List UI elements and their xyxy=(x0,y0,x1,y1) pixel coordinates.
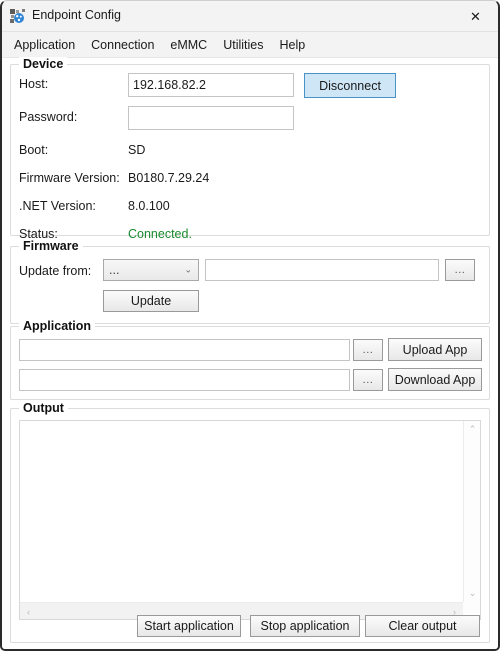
window-title: Endpoint Config xyxy=(32,8,121,22)
download-path-input[interactable] xyxy=(19,369,350,391)
password-label: Password: xyxy=(19,110,78,124)
menu-bar: Application Connection eMMC Utilities He… xyxy=(2,33,498,58)
menu-item-help[interactable]: Help xyxy=(273,35,313,55)
menu-item-application[interactable]: Application xyxy=(7,35,82,55)
menu-item-utilities[interactable]: Utilities xyxy=(216,35,270,55)
firmware-version-label: Firmware Version: xyxy=(19,171,120,185)
firmware-source-selected-value: ... xyxy=(109,263,120,277)
scroll-left-icon[interactable]: ‹ xyxy=(20,603,37,620)
application-group-label: Application xyxy=(19,319,96,333)
firmware-update-button[interactable]: Update xyxy=(103,290,199,312)
host-input[interactable] xyxy=(128,73,294,97)
device-group-label: Device xyxy=(19,57,68,71)
close-icon[interactable]: ✕ xyxy=(453,1,498,32)
menu-item-connection[interactable]: Connection xyxy=(84,35,161,55)
firmware-group-label: Firmware xyxy=(19,239,83,253)
start-application-button[interactable]: Start application xyxy=(137,615,241,637)
host-label: Host: xyxy=(19,77,49,91)
menu-item-emmc[interactable]: eMMC xyxy=(163,35,214,55)
firmware-browse-button[interactable]: ... xyxy=(445,259,475,281)
upload-path-input[interactable] xyxy=(19,339,350,361)
firmware-version-value: B0180.7.29.24 xyxy=(128,171,210,185)
stop-application-button[interactable]: Stop application xyxy=(250,615,360,637)
clear-output-button[interactable]: Clear output xyxy=(365,615,480,637)
net-version-label: .NET Version: xyxy=(19,199,96,213)
scroll-up-icon[interactable]: ⌃ xyxy=(464,421,481,438)
status-value: Connected. xyxy=(128,227,192,241)
disconnect-button[interactable]: Disconnect xyxy=(304,73,396,98)
download-browse-button[interactable]: ... xyxy=(353,369,383,391)
boot-value: SD xyxy=(128,143,146,157)
scroll-down-icon[interactable]: ⌄ xyxy=(464,585,481,602)
client-area: Device Host: Disconnect Password: Boot: … xyxy=(2,57,498,649)
title-bar: Endpoint Config ✕ xyxy=(2,1,498,32)
firmware-source-select[interactable]: ... ⌄ xyxy=(103,259,199,281)
download-app-button[interactable]: Download App xyxy=(388,368,482,391)
firmware-group: Firmware xyxy=(10,239,490,324)
boot-label: Boot: xyxy=(19,143,49,157)
update-from-label: Update from: xyxy=(19,264,92,278)
network-nodes-icon xyxy=(10,9,26,25)
output-text xyxy=(20,421,462,601)
chevron-down-icon: ⌄ xyxy=(184,264,192,275)
upload-app-button[interactable]: Upload App xyxy=(388,338,482,361)
firmware-path-input[interactable] xyxy=(205,259,439,281)
password-input[interactable] xyxy=(128,106,294,130)
output-group-label: Output xyxy=(19,401,68,415)
net-version-value: 8.0.100 xyxy=(128,199,170,213)
upload-browse-button[interactable]: ... xyxy=(353,339,383,361)
output-console[interactable]: ⌃ ⌄ ‹ › xyxy=(19,420,481,620)
app-window: Endpoint Config ✕ Application Connection… xyxy=(0,0,500,651)
output-vertical-scrollbar[interactable]: ⌃ ⌄ xyxy=(463,421,480,602)
